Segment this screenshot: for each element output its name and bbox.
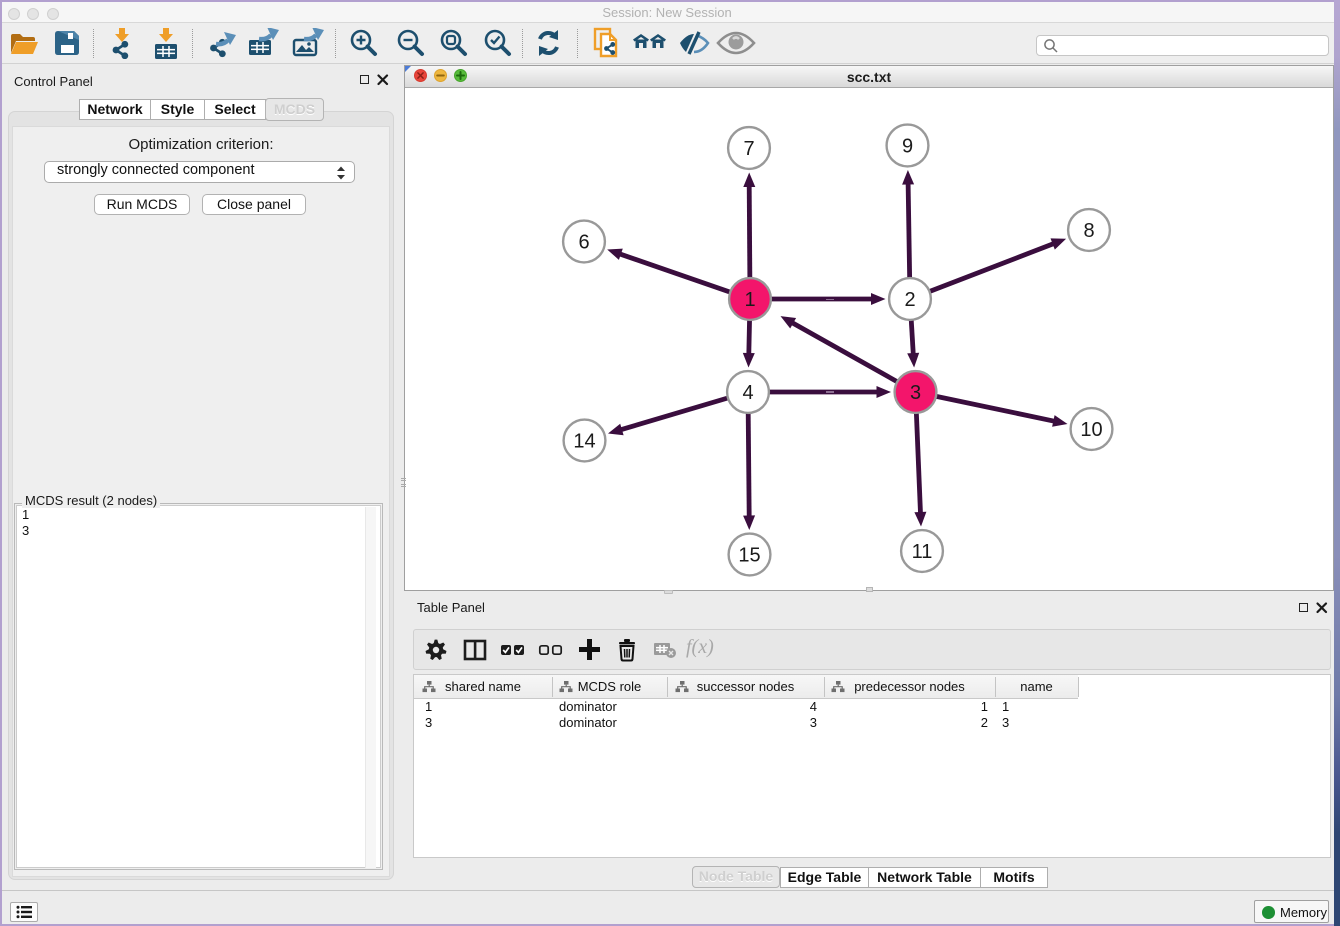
svg-text:1: 1 <box>744 289 755 311</box>
svg-text:7: 7 <box>743 138 754 160</box>
svg-text:4: 4 <box>742 382 753 404</box>
svg-text:9: 9 <box>902 136 913 158</box>
svg-text:6: 6 <box>578 232 589 254</box>
svg-text:15: 15 <box>738 545 760 567</box>
svg-text:10: 10 <box>1080 419 1102 441</box>
svg-text:8: 8 <box>1083 220 1094 242</box>
svg-text:3: 3 <box>910 382 921 404</box>
svg-text:11: 11 <box>912 541 933 563</box>
svg-text:2: 2 <box>904 289 915 311</box>
svg-text:14: 14 <box>573 431 595 453</box>
